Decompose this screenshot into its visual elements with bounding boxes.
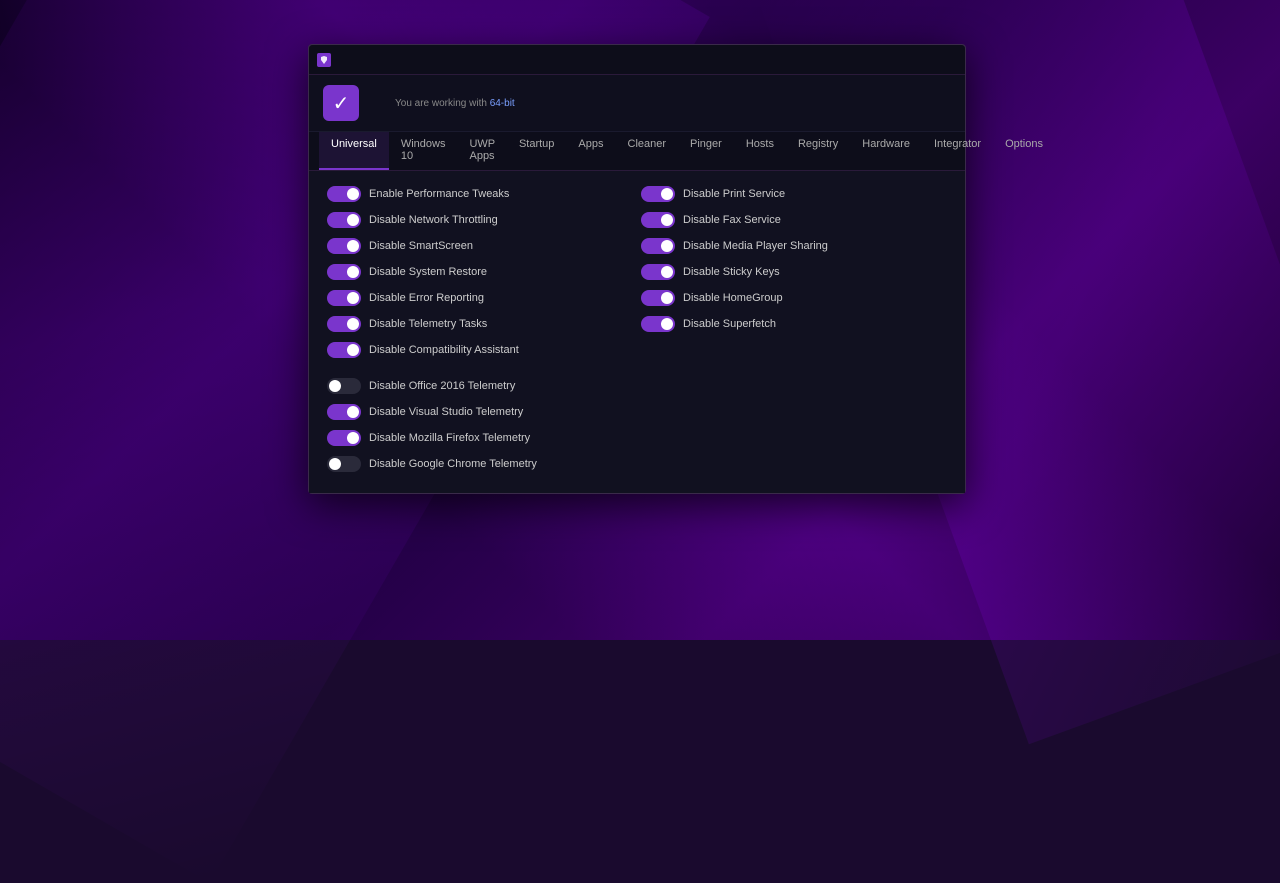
toggle-row-right-2: Disable Media Player Sharing	[637, 233, 951, 259]
toggle-row-single-3: Disable Google Chrome Telemetry	[323, 451, 951, 477]
toggle-label: Disable Google Chrome Telemetry	[369, 458, 537, 470]
toggle-row-left-6: Disable Compatibility Assistant	[323, 337, 637, 363]
nav-tab-uwp-apps[interactable]: UWP Apps	[457, 132, 506, 170]
toggle-disable-google-chrome-telemetry[interactable]	[327, 456, 361, 472]
minimize-button[interactable]	[869, 48, 897, 72]
toggle-row-right-4: Disable HomeGroup	[637, 285, 951, 311]
toggle-disable-telemetry-tasks[interactable]	[327, 316, 361, 332]
toggle-label: Disable Telemetry Tasks	[369, 318, 487, 330]
toggle-label: Disable SmartScreen	[369, 240, 473, 252]
toggle-row-single-0: Disable Office 2016 Telemetry	[323, 373, 951, 399]
toggle-disable-fax-service[interactable]	[641, 212, 675, 228]
nav-tab-cleaner[interactable]: Cleaner	[616, 132, 679, 170]
toggle-label: Disable Fax Service	[683, 214, 781, 226]
toggle-label: Disable Network Throttling	[369, 214, 498, 226]
nav-tab-registry[interactable]: Registry	[786, 132, 850, 170]
toggle-label: Disable Sticky Keys	[683, 266, 780, 278]
app-info: You are working with 64-bit	[395, 96, 515, 111]
app-icon	[317, 53, 331, 67]
nav-tab-apps[interactable]: Apps	[566, 132, 615, 170]
toggle-disable-print-service[interactable]	[641, 186, 675, 202]
nav-tab-pinger[interactable]: Pinger	[678, 132, 734, 170]
nav-tab-integrator[interactable]: Integrator	[922, 132, 993, 170]
app-header: ✓ You are working with 64-bit	[309, 75, 965, 132]
toggle-disable-visual-studio-telemetry[interactable]	[327, 404, 361, 420]
toggle-row-right-1: Disable Fax Service	[637, 207, 951, 233]
app-window: ✓ You are working with 64-bit UniversalW…	[308, 44, 966, 494]
toggle-label: Disable Print Service	[683, 188, 785, 200]
toggle-label: Disable Mozilla Firefox Telemetry	[369, 432, 530, 444]
toggle-disable-office-2016-telemetry[interactable]	[327, 378, 361, 394]
toggle-row-right-5: Disable Superfetch	[637, 311, 951, 337]
nav-tab-hardware[interactable]: Hardware	[850, 132, 922, 170]
toggle-row-right-0: Disable Print Service	[637, 181, 951, 207]
toggle-disable-sticky-keys[interactable]	[641, 264, 675, 280]
toggle-label: Disable Superfetch	[683, 318, 776, 330]
maximize-button[interactable]	[899, 48, 927, 72]
toggle-label: Disable Compatibility Assistant	[369, 344, 519, 356]
nav-tab-options[interactable]: Options	[993, 132, 1055, 170]
toggle-disable-error-reporting[interactable]	[327, 290, 361, 306]
titlebar	[309, 45, 965, 75]
toggle-row-left-3: Disable System Restore	[323, 259, 637, 285]
toggle-label: Enable Performance Tweaks	[369, 188, 509, 200]
toggle-disable-mozilla-firefox-telemetry[interactable]	[327, 430, 361, 446]
toggle-disable-superfetch[interactable]	[641, 316, 675, 332]
toggles-grid: Enable Performance Tweaks Disable Print S…	[323, 181, 951, 363]
titlebar-left	[317, 53, 337, 67]
toggle-row-left-0: Enable Performance Tweaks	[323, 181, 637, 207]
titlebar-controls	[869, 48, 957, 72]
toggle-disable-smartscreen[interactable]	[327, 238, 361, 254]
toggle-row-left-5: Disable Telemetry Tasks	[323, 311, 637, 337]
app-logo: ✓	[323, 85, 359, 121]
nav-tab-hosts[interactable]: Hosts	[734, 132, 786, 170]
toggle-row-left-4: Disable Error Reporting	[323, 285, 637, 311]
toggle-label: Disable Office 2016 Telemetry	[369, 380, 515, 392]
toggle-disable-media-player-sharing[interactable]	[641, 238, 675, 254]
toggle-enable-performance-tweaks[interactable]	[327, 186, 361, 202]
single-col-toggles: Disable Office 2016 Telemetry Disable Vis…	[323, 373, 951, 477]
bitness-highlight: 64-bit	[490, 98, 515, 109]
content: Enable Performance Tweaks Disable Print S…	[309, 171, 965, 493]
toggle-label: Disable Visual Studio Telemetry	[369, 406, 523, 418]
info-line2: You are working with 64-bit	[395, 96, 515, 111]
toggle-label: Disable System Restore	[369, 266, 487, 278]
toggle-label: Disable Media Player Sharing	[683, 240, 828, 252]
toggle-disable-network-throttling[interactable]	[327, 212, 361, 228]
nav-tabs: UniversalWindows 10UWP AppsStartupAppsCl…	[309, 132, 965, 171]
toggle-row-single-1: Disable Visual Studio Telemetry	[323, 399, 951, 425]
nav-tab-universal[interactable]: Universal	[319, 132, 389, 170]
toggle-disable-compatibility-assistant[interactable]	[327, 342, 361, 358]
toggle-row-single-2: Disable Mozilla Firefox Telemetry	[323, 425, 951, 451]
toggle-row-right-3: Disable Sticky Keys	[637, 259, 951, 285]
toggle-disable-homegroup[interactable]	[641, 290, 675, 306]
toggle-row-left-2: Disable SmartScreen	[323, 233, 637, 259]
toggle-label: Disable HomeGroup	[683, 292, 783, 304]
nav-tab-startup[interactable]: Startup	[507, 132, 566, 170]
toggle-disable-system-restore[interactable]	[327, 264, 361, 280]
separator	[323, 363, 951, 373]
close-button[interactable]	[929, 48, 957, 72]
nav-tab-windows-10[interactable]: Windows 10	[389, 132, 458, 170]
toggle-row-left-1: Disable Network Throttling	[323, 207, 637, 233]
toggle-label: Disable Error Reporting	[369, 292, 484, 304]
